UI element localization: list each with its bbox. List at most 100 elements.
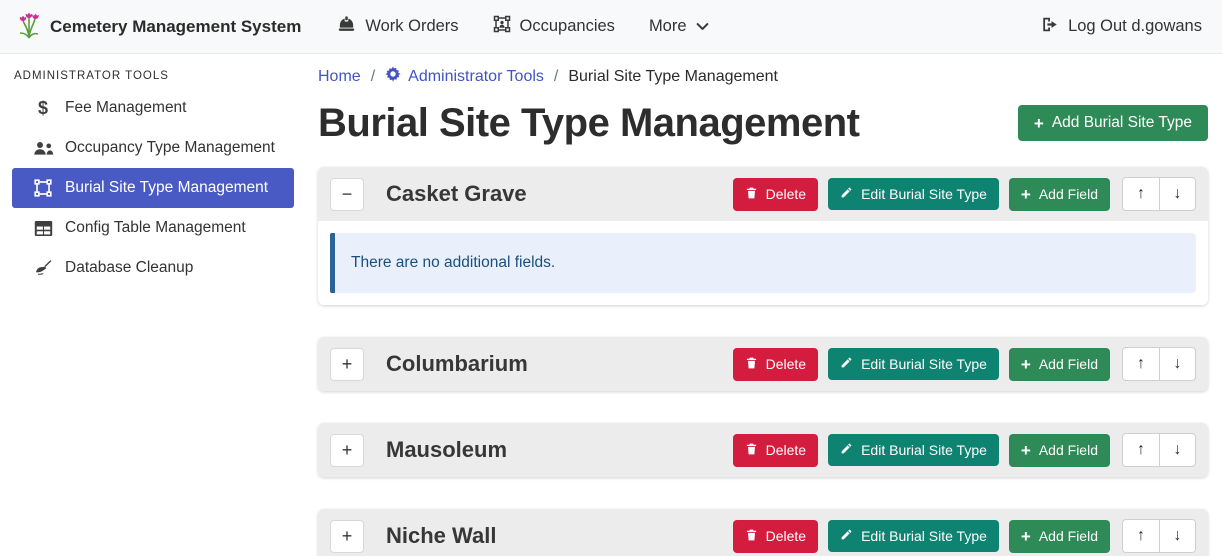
pencil-icon — [840, 186, 853, 202]
move-up-button[interactable]: ↑ — [1122, 347, 1159, 381]
edit-label: Edit Burial Site Type — [861, 442, 987, 458]
sidebar-item-label: Occupancy Type Management — [65, 139, 275, 157]
pencil-icon — [840, 528, 853, 544]
expand-toggle-button[interactable]: + — [330, 434, 364, 467]
add-field-button[interactable]: + Add Field — [1009, 520, 1110, 553]
sidebar-item-label: Burial Site Type Management — [65, 179, 268, 197]
add-field-label: Add Field — [1039, 442, 1098, 458]
panel-actions: Delete Edit Burial Site Type + Add Field… — [723, 347, 1196, 381]
move-down-button[interactable]: ↓ — [1159, 433, 1196, 467]
users-icon — [30, 141, 56, 156]
move-up-button[interactable]: ↑ — [1122, 177, 1159, 211]
add-field-button[interactable]: + Add Field — [1009, 348, 1110, 381]
no-fields-info-alert: There are no additional fields. — [330, 233, 1196, 293]
collapse-toggle-button[interactable]: − — [330, 178, 364, 211]
pencil-icon — [840, 356, 853, 372]
sidebar-item-occupancy-type-management[interactable]: Occupancy Type Management — [12, 128, 294, 168]
panel-title: Casket Grave — [386, 181, 527, 207]
plus-icon: + — [1021, 442, 1031, 459]
delete-button[interactable]: Delete — [733, 434, 818, 467]
sidebar: ADMINISTRATOR TOOLS $ Fee Management Occ… — [0, 54, 294, 556]
move-down-button[interactable]: ↓ — [1159, 347, 1196, 381]
trash-icon — [745, 528, 758, 545]
nav-label: More — [649, 17, 687, 36]
reorder-button-group: ↑ ↓ — [1122, 177, 1196, 211]
panel-title: Mausoleum — [386, 437, 507, 463]
panel-actions: Delete Edit Burial Site Type + Add Field… — [723, 433, 1196, 467]
add-field-button[interactable]: + Add Field — [1009, 178, 1110, 211]
nav-item-work-orders[interactable]: Work Orders — [323, 8, 472, 46]
sidebar-item-label: Database Cleanup — [65, 259, 193, 277]
sidebar-heading: ADMINISTRATOR TOOLS — [12, 54, 294, 88]
tulip-logo-icon — [16, 9, 42, 44]
delete-label: Delete — [766, 442, 806, 458]
logout-button[interactable]: Log Out d.gowans — [1037, 8, 1206, 46]
nav-label: Work Orders — [365, 17, 458, 36]
panel-header: + Mausoleum Delete Edit Burial Site Type… — [318, 423, 1208, 477]
edit-label: Edit Burial Site Type — [861, 186, 987, 202]
panel-actions: Delete Edit Burial Site Type + Add Field… — [723, 177, 1196, 211]
edit-burial-site-type-button[interactable]: Edit Burial Site Type — [828, 348, 999, 380]
plus-icon: + — [1034, 115, 1044, 132]
move-down-button[interactable]: ↓ — [1159, 519, 1196, 553]
expand-toggle-button[interactable]: + — [330, 348, 364, 381]
add-field-button[interactable]: + Add Field — [1009, 434, 1110, 467]
trash-icon — [745, 442, 758, 459]
nav-item-occupancies[interactable]: Occupancies — [479, 7, 629, 46]
trash-icon — [745, 186, 758, 203]
breadcrumb-admin-tools-label: Administrator Tools — [408, 68, 544, 86]
move-down-button[interactable]: ↓ — [1159, 177, 1196, 211]
breadcrumb-home-link[interactable]: Home — [318, 68, 361, 86]
panel-columbarium: + Columbarium Delete Edit Burial Site Ty… — [318, 337, 1208, 391]
nav-item-more[interactable]: More — [635, 9, 723, 44]
panel-title: Columbarium — [386, 351, 528, 377]
vector-square-icon — [30, 179, 56, 197]
add-burial-site-type-label: Add Burial Site Type — [1052, 114, 1192, 132]
sidebar-item-burial-site-type-management[interactable]: Burial Site Type Management — [12, 168, 294, 208]
trash-icon — [745, 356, 758, 373]
broom-icon — [30, 259, 56, 277]
delete-label: Delete — [766, 356, 806, 372]
main-content: Home / Administrator Tools / Burial Site… — [294, 54, 1222, 556]
expand-toggle-button[interactable]: + — [330, 520, 364, 553]
panel-header: + Niche Wall Delete Edit Burial Site Typ… — [318, 509, 1208, 556]
sidebar-item-fee-management[interactable]: $ Fee Management — [12, 88, 294, 128]
panel-niche-wall: + Niche Wall Delete Edit Burial Site Typ… — [318, 509, 1208, 556]
occupancy-frame-icon — [493, 15, 511, 38]
dollar-icon: $ — [30, 98, 56, 119]
panel-body: There are no additional fields. — [318, 221, 1208, 305]
reorder-button-group: ↑ ↓ — [1122, 433, 1196, 467]
breadcrumb-admin-tools-link[interactable]: Administrator Tools — [385, 66, 544, 87]
edit-burial-site-type-button[interactable]: Edit Burial Site Type — [828, 434, 999, 466]
move-up-button[interactable]: ↑ — [1122, 519, 1159, 553]
move-up-button[interactable]: ↑ — [1122, 433, 1159, 467]
breadcrumb: Home / Administrator Tools / Burial Site… — [318, 66, 1208, 87]
delete-button[interactable]: Delete — [733, 520, 818, 553]
add-field-label: Add Field — [1039, 356, 1098, 372]
add-burial-site-type-button[interactable]: + Add Burial Site Type — [1018, 105, 1208, 141]
gear-icon — [385, 66, 401, 87]
reorder-button-group: ↑ ↓ — [1122, 347, 1196, 381]
sidebar-item-config-table-management[interactable]: Config Table Management — [12, 208, 294, 248]
breadcrumb-separator: / — [544, 68, 568, 86]
panel-header: − Casket Grave Delete Edit Burial Site T… — [318, 167, 1208, 221]
panel-actions: Delete Edit Burial Site Type + Add Field… — [723, 519, 1196, 553]
sidebar-item-label: Fee Management — [65, 99, 187, 117]
delete-button[interactable]: Delete — [733, 348, 818, 381]
add-field-label: Add Field — [1039, 528, 1098, 544]
plus-icon: + — [1021, 356, 1031, 373]
sidebar-item-database-cleanup[interactable]: Database Cleanup — [12, 248, 294, 288]
panel-header: + Columbarium Delete Edit Burial Site Ty… — [318, 337, 1208, 391]
edit-burial-site-type-button[interactable]: Edit Burial Site Type — [828, 178, 999, 210]
plus-icon: + — [1021, 186, 1031, 203]
app-title: Cemetery Management System — [50, 17, 301, 37]
table-icon — [30, 220, 56, 237]
edit-burial-site-type-button[interactable]: Edit Burial Site Type — [828, 520, 999, 552]
delete-button[interactable]: Delete — [733, 178, 818, 211]
logout-label: Log Out d.gowans — [1068, 17, 1202, 36]
brand[interactable]: Cemetery Management System — [16, 9, 301, 44]
nav-label: Occupancies — [520, 17, 615, 36]
pencil-icon — [840, 442, 853, 458]
plus-icon: + — [1021, 528, 1031, 545]
delete-label: Delete — [766, 528, 806, 544]
